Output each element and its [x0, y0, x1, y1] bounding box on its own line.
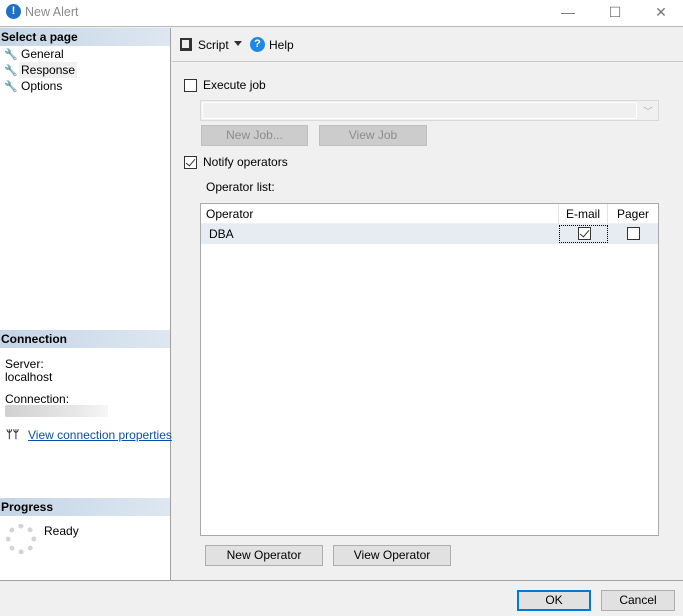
column-pager: Pager — [616, 207, 650, 221]
alert-info-icon: ! — [6, 4, 21, 19]
close-button[interactable]: ✕ — [638, 0, 683, 26]
operator-list-label: Operator list: — [206, 180, 275, 194]
script-dropdown-icon[interactable] — [234, 41, 242, 46]
script-button[interactable]: Script — [198, 37, 229, 53]
sidebar-item-label: Response — [19, 62, 78, 78]
sidebar-item-label: General — [21, 47, 64, 61]
connection-label: Connection: — [5, 392, 70, 406]
response-page: Script ? Help Execute job ﹀ New Job... V… — [172, 28, 683, 580]
plug-icon: ᛘᛘ — [6, 429, 20, 441]
progress-header: Progress — [0, 498, 170, 516]
column-email: E-mail — [559, 204, 608, 224]
wrench-icon: 🔧 — [4, 81, 18, 93]
operator-name: DBA — [209, 227, 234, 241]
new-operator-button[interactable]: New Operator — [205, 545, 323, 566]
view-connection-properties-link[interactable]: View connection properties — [28, 428, 172, 442]
maximize-button[interactable]: ☐ — [592, 0, 638, 26]
sidebar: Select a page 🔧 General 🔧 Response 🔧 Opt… — [0, 28, 172, 580]
server-value: localhost — [5, 370, 53, 384]
wrench-icon: 🔧 — [4, 65, 18, 77]
select-page-header: Select a page — [0, 28, 170, 46]
progress-status: Ready — [44, 524, 79, 538]
job-select[interactable]: ﹀ — [200, 100, 659, 121]
operator-grid[interactable]: Operator E-mail Pager DBA — [200, 203, 659, 536]
minimize-button[interactable]: — — [545, 0, 591, 26]
help-icon[interactable]: ? — [250, 37, 265, 52]
view-job-button[interactable]: View Job — [319, 125, 427, 146]
cancel-button[interactable]: Cancel — [601, 590, 675, 611]
execute-job-label: Execute job — [203, 78, 266, 92]
ok-button[interactable]: OK — [517, 590, 591, 611]
pager-checkbox[interactable] — [627, 227, 640, 240]
script-icon[interactable] — [180, 38, 192, 51]
execute-job-checkbox[interactable] — [184, 79, 197, 92]
window-title: New Alert — [25, 5, 79, 19]
toolbar: Script ? Help — [172, 28, 683, 62]
sidebar-item-label: Options — [21, 79, 63, 93]
progress-spinner-icon — [6, 524, 36, 554]
connection-value-redacted — [5, 405, 108, 417]
server-label: Server: — [5, 357, 44, 371]
help-button[interactable]: Help — [269, 37, 294, 53]
view-operator-button[interactable]: View Operator — [333, 545, 451, 566]
new-job-button[interactable]: New Job... — [201, 125, 308, 146]
table-row[interactable]: DBA — [201, 224, 658, 244]
connection-header: Connection — [0, 330, 170, 348]
email-checkbox[interactable] — [578, 227, 591, 240]
notify-operators-checkbox[interactable] — [184, 156, 197, 169]
dialog-footer: OK Cancel — [0, 580, 683, 616]
job-select-value — [202, 102, 637, 119]
wrench-icon: 🔧 — [4, 49, 18, 61]
new-alert-dialog: ! New Alert — ☐ ✕ Select a page 🔧 Genera… — [0, 0, 683, 616]
chevron-down-icon: ﹀ — [643, 107, 653, 118]
grid-header: Operator E-mail Pager — [201, 204, 658, 224]
notify-operators-label: Notify operators — [203, 155, 288, 169]
column-operator: Operator — [201, 204, 559, 224]
title-bar: ! New Alert — ☐ ✕ — [0, 0, 683, 27]
